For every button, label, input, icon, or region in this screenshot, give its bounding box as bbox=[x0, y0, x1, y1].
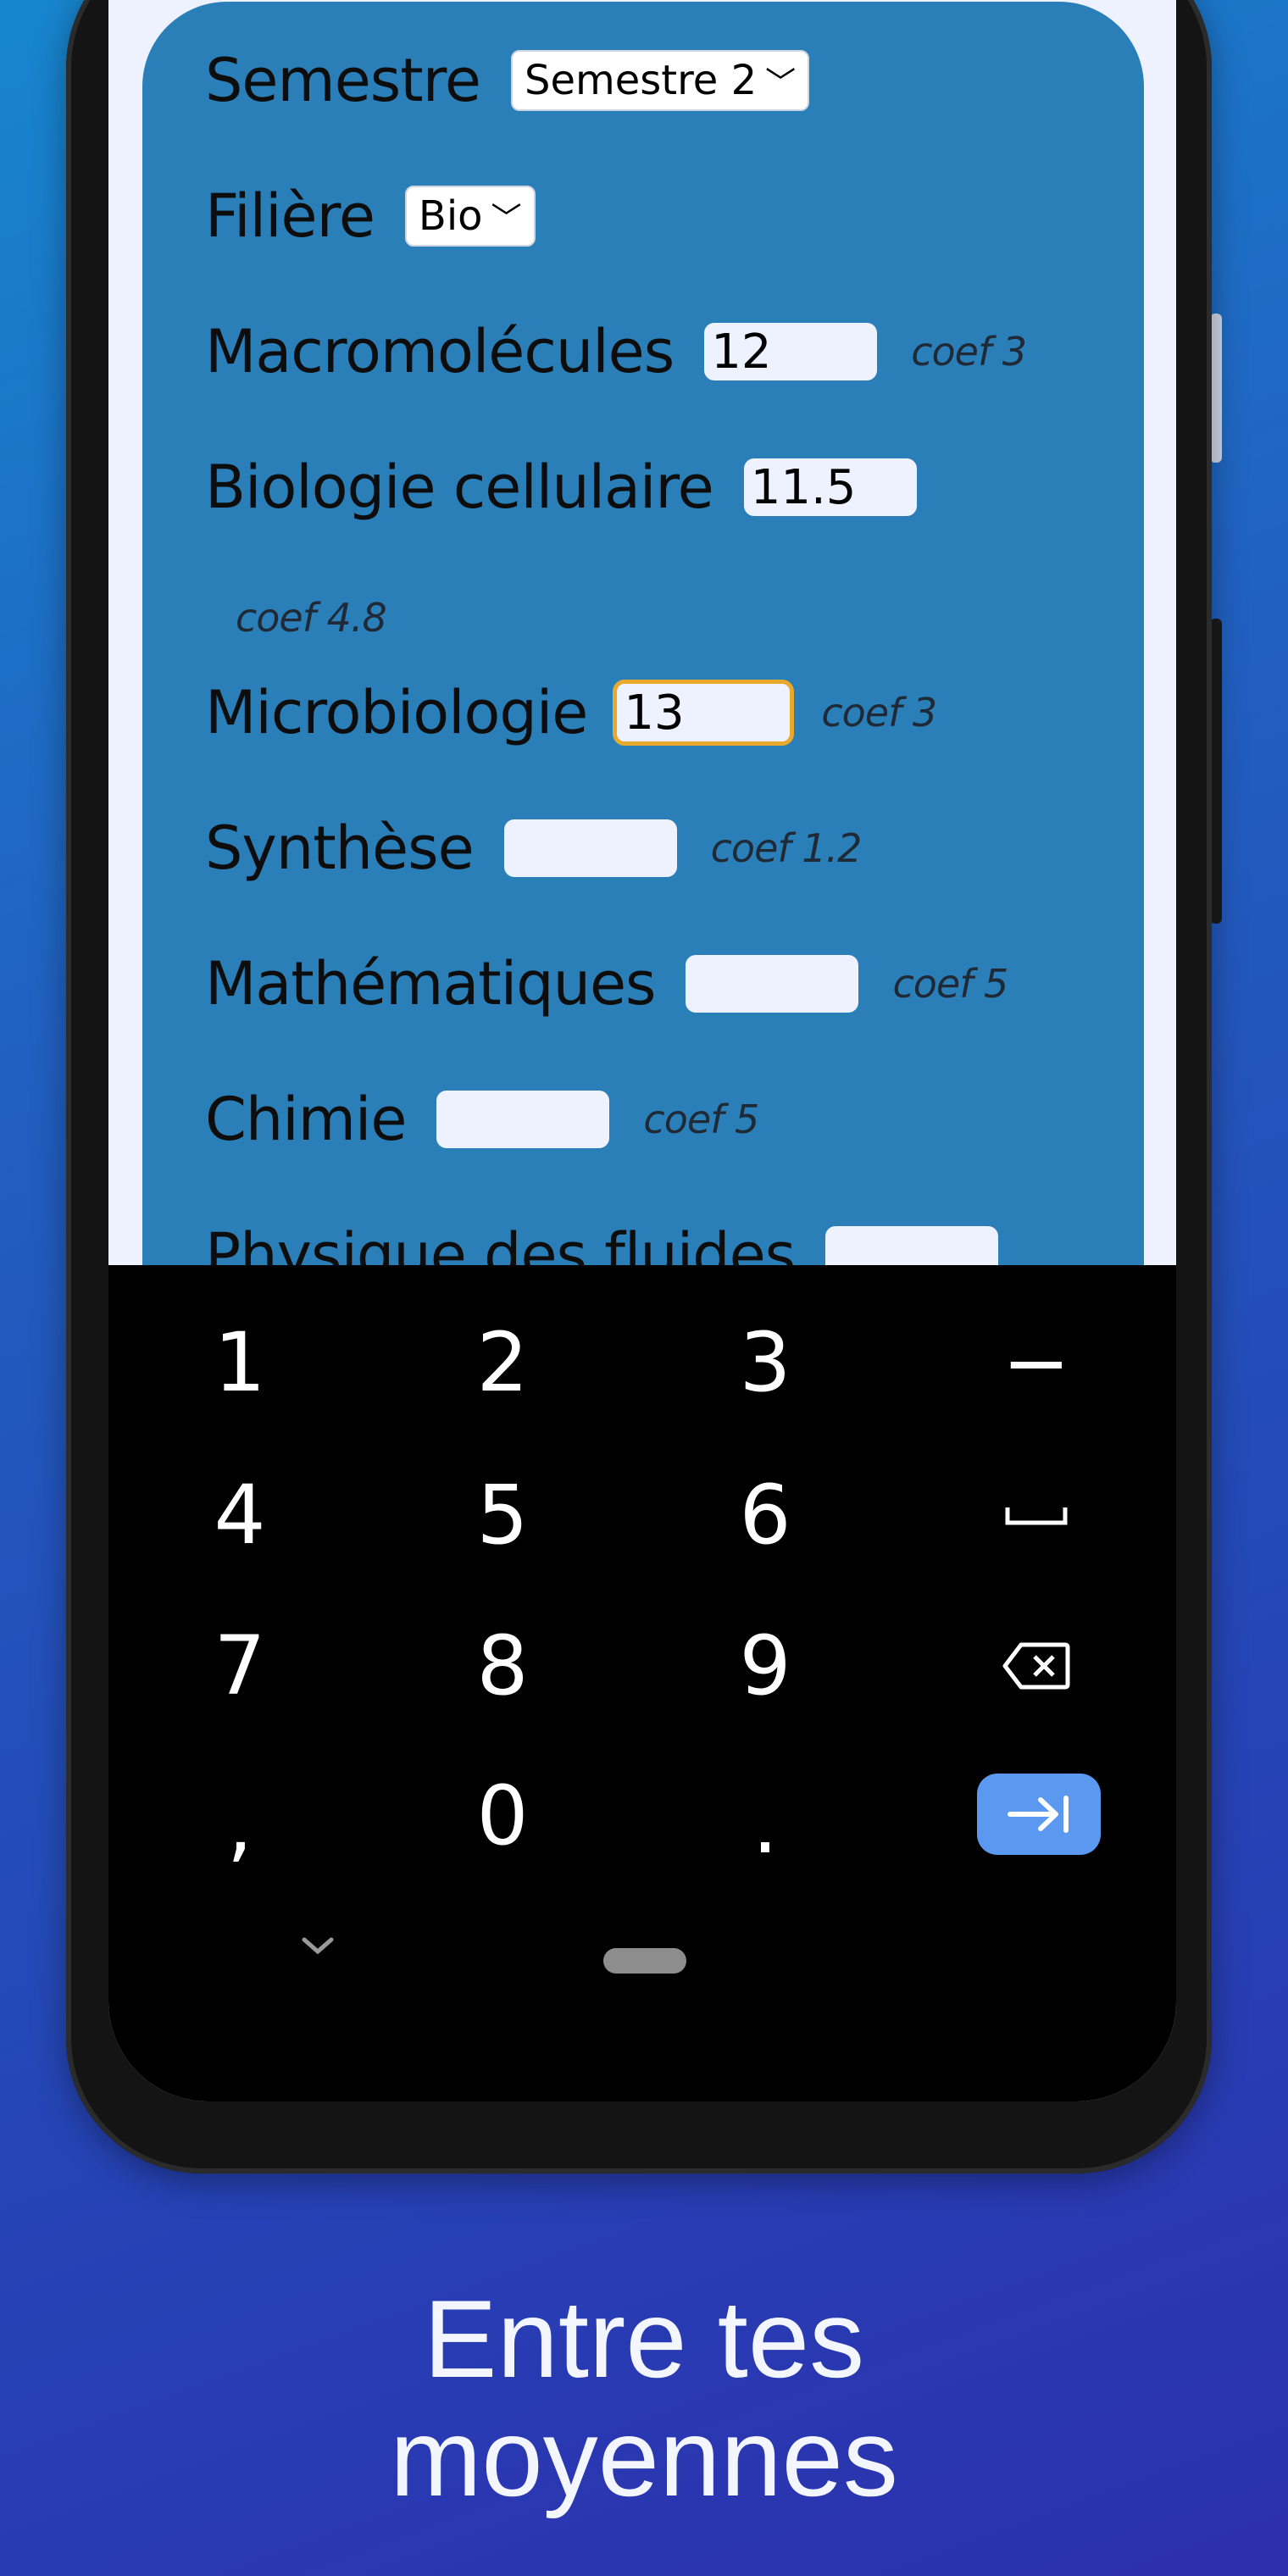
coefficient-row: coef 4.8 bbox=[236, 595, 387, 641]
coefficient-label: coef 1.2 bbox=[710, 825, 863, 871]
filiere-row: Filière Bio ﹀ bbox=[205, 181, 536, 251]
power-button bbox=[1210, 314, 1222, 463]
tagline-line-1: Entre tes bbox=[423, 2277, 865, 2401]
grades-form-panel: Semestre Semestre 2 ﹀ Filière Bio ﹀ Macr… bbox=[142, 2, 1144, 1442]
key-comma[interactable]: , bbox=[108, 1752, 371, 1896]
key-0[interactable]: 0 bbox=[371, 1744, 634, 1888]
phone-frame: Semestre Semestre 2 ﹀ Filière Bio ﹀ Macr… bbox=[66, 0, 1212, 2174]
key-3[interactable]: 3 bbox=[634, 1291, 897, 1435]
key-period[interactable]: . bbox=[634, 1752, 897, 1896]
subject-label: Mathématiques bbox=[205, 949, 656, 1019]
grade-input[interactable] bbox=[686, 955, 859, 1013]
grade-input-focused[interactable]: 13 bbox=[613, 680, 795, 746]
grade-input[interactable] bbox=[503, 819, 677, 877]
tab-arrow-icon bbox=[1008, 1796, 1069, 1833]
key-minus[interactable]: − bbox=[905, 1291, 1168, 1435]
key-7[interactable]: 7 bbox=[108, 1594, 371, 1738]
coefficient-label: coef 5 bbox=[643, 1096, 759, 1142]
key-1[interactable]: 1 bbox=[108, 1291, 371, 1435]
key-2[interactable]: 2 bbox=[371, 1291, 634, 1435]
key-5[interactable]: 5 bbox=[371, 1443, 634, 1587]
home-gesture-bar[interactable] bbox=[603, 1948, 686, 1974]
semester-select[interactable]: Semestre 2 ﹀ bbox=[510, 50, 810, 111]
filiere-select[interactable]: Bio ﹀ bbox=[404, 186, 536, 247]
grade-input[interactable] bbox=[436, 1091, 610, 1148]
numeric-keyboard: 1 2 3 − 4 5 6 7 8 9 , 0 . bbox=[108, 1265, 1176, 2101]
subject-label: Synthèse bbox=[205, 813, 475, 883]
space-icon-glyph bbox=[1005, 1507, 1068, 1525]
semester-row: Semestre Semestre 2 ﹀ bbox=[205, 46, 810, 115]
next-field-button[interactable] bbox=[977, 1774, 1101, 1855]
subject-label: Macromolécules bbox=[205, 317, 675, 386]
semester-select-value: Semestre 2 bbox=[524, 57, 758, 104]
key-8[interactable]: 8 bbox=[371, 1594, 634, 1738]
subject-row: Chimie coef 5 bbox=[205, 1085, 759, 1154]
phone-screen: Semestre Semestre 2 ﹀ Filière Bio ﹀ Macr… bbox=[108, 0, 1176, 2101]
subject-row: Microbiologie 13 coef 3 bbox=[205, 678, 937, 747]
subject-row: Macromolécules 12 coef 3 bbox=[205, 317, 1027, 386]
coefficient-label: coef 3 bbox=[821, 690, 937, 736]
chevron-down-icon: ﹀ bbox=[491, 202, 522, 236]
backspace-icon[interactable] bbox=[905, 1594, 1168, 1738]
subject-label: Microbiologie bbox=[205, 678, 588, 747]
key-6[interactable]: 6 bbox=[634, 1443, 897, 1587]
filiere-select-value: Bio bbox=[418, 192, 483, 240]
subject-label: Chimie bbox=[205, 1085, 407, 1154]
semester-label: Semestre bbox=[205, 46, 481, 115]
coefficient-label: coef 3 bbox=[911, 329, 1027, 375]
coefficient-label: coef 4.8 bbox=[236, 595, 387, 641]
subject-row: Mathématiques coef 5 bbox=[205, 949, 1008, 1019]
volume-button bbox=[1210, 619, 1222, 924]
tagline-line-2: moyennes bbox=[390, 2396, 898, 2519]
chevron-down-icon: ﹀ bbox=[765, 66, 797, 101]
key-4[interactable]: 4 bbox=[108, 1443, 371, 1587]
subject-label: Biologie cellulaire bbox=[205, 452, 714, 522]
subject-row: Biologie cellulaire 11.5 bbox=[205, 452, 917, 522]
grade-input[interactable]: 11.5 bbox=[743, 458, 917, 516]
filiere-label: Filière bbox=[205, 181, 375, 251]
backspace-icon-glyph bbox=[1002, 1642, 1070, 1690]
subject-row: Synthèse coef 1.2 bbox=[205, 813, 863, 883]
hide-keyboard-icon[interactable] bbox=[299, 1935, 336, 1957]
grade-input[interactable]: 12 bbox=[704, 323, 878, 380]
key-9[interactable]: 9 bbox=[634, 1594, 897, 1738]
space-icon[interactable] bbox=[905, 1443, 1168, 1587]
coefficient-label: coef 5 bbox=[892, 961, 1008, 1007]
